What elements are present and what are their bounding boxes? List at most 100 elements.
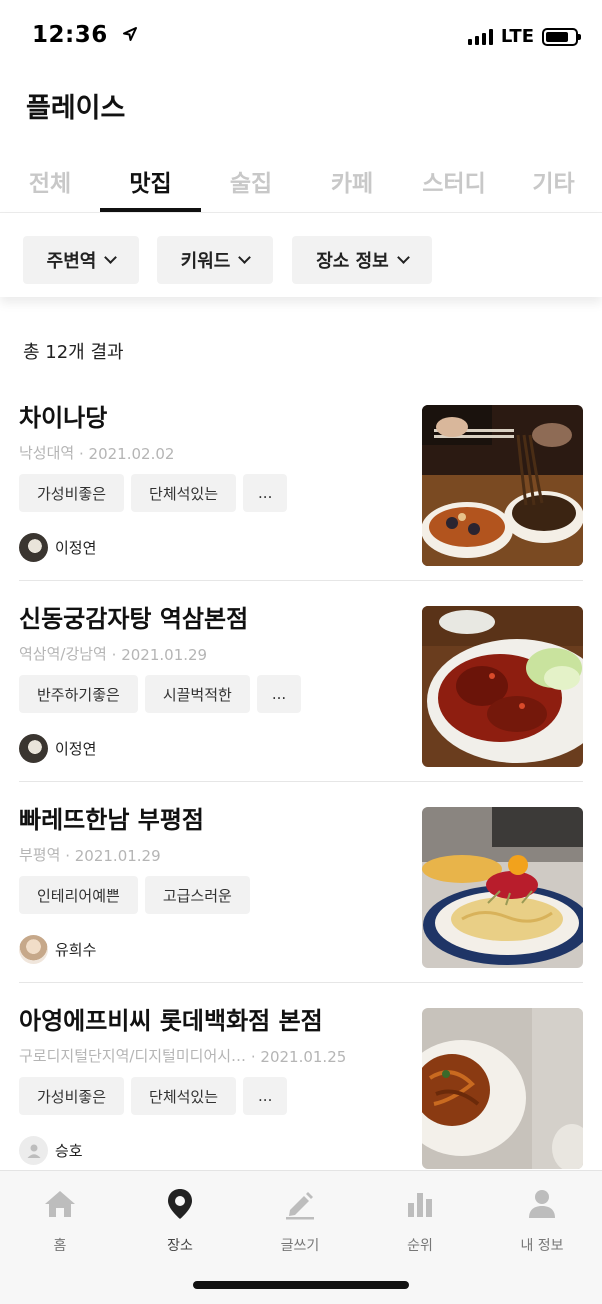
location-arrow-icon xyxy=(122,26,138,47)
chevron-down-icon xyxy=(104,251,118,264)
place-author[interactable]: 승호 xyxy=(19,1136,83,1165)
place-tags: 반주하기좋은 시끌벅적한 ... xyxy=(19,675,302,713)
food-photo-pork-ribs xyxy=(422,606,583,767)
place-meta: 낙성대역 · 2021.02.02 xyxy=(19,442,174,463)
food-photo-noodles xyxy=(422,405,583,566)
place-date: 2021.02.02 xyxy=(88,445,175,463)
nav-write[interactable]: 글쓰기 xyxy=(260,1187,340,1255)
default-user-icon xyxy=(27,1144,40,1158)
place-name: 빠레뜨한남 부평점 xyxy=(19,806,204,834)
nav-label: 글쓰기 xyxy=(280,1238,320,1254)
tab-cafes[interactable]: 카페 xyxy=(301,148,403,214)
nav-label: 홈 xyxy=(53,1238,67,1254)
place-item[interactable]: 신동궁감자탕 역삼본점 역삼역/강남역 · 2021.01.29 반주하기좋은 … xyxy=(0,581,602,782)
bar-chart-icon xyxy=(403,1187,437,1221)
place-name: 아영에프비씨 롯데백화점 본점 xyxy=(19,1007,323,1035)
network-type: LTE xyxy=(500,26,534,47)
nav-home[interactable]: 홈 xyxy=(20,1187,100,1255)
place-name: 신동궁감자탕 역삼본점 xyxy=(19,605,249,633)
avatar xyxy=(19,734,48,763)
tag-chip[interactable]: 단체석있는 xyxy=(131,474,237,512)
filter-label: 키워드 xyxy=(180,251,231,272)
place-date: 2021.01.29 xyxy=(121,646,208,664)
nav-label: 내 정보 xyxy=(520,1238,564,1254)
map-pin-icon xyxy=(163,1187,197,1221)
author-name: 이정연 xyxy=(55,539,97,557)
meta-separator: · xyxy=(65,847,70,865)
filter-label: 주변역 xyxy=(46,251,97,272)
user-icon xyxy=(525,1187,559,1221)
tag-chip[interactable]: 시끌벅적한 xyxy=(144,675,250,713)
place-author[interactable]: 이정연 xyxy=(19,533,96,562)
tag-more-button[interactable]: ... xyxy=(243,474,288,512)
meta-separator: · xyxy=(78,445,84,463)
filter-place-info[interactable]: 장소 정보 xyxy=(292,236,432,284)
place-date: 2021.01.29 xyxy=(74,847,161,865)
nav-my-info[interactable]: 내 정보 xyxy=(502,1187,582,1255)
home-indicator xyxy=(193,1281,409,1289)
nav-rank[interactable]: 순위 xyxy=(380,1187,460,1255)
nav-place[interactable]: 장소 xyxy=(140,1187,220,1255)
tab-etc[interactable]: 기타 xyxy=(505,148,602,214)
pencil-icon xyxy=(283,1187,317,1221)
filter-nearby-station[interactable]: 주변역 xyxy=(23,236,139,284)
place-list: 차이나당 낙성대역 · 2021.02.02 가성비좋은 단체석있는 ... 이… xyxy=(0,380,602,1184)
place-item[interactable]: 차이나당 낙성대역 · 2021.02.02 가성비좋은 단체석있는 ... 이… xyxy=(0,380,602,581)
page-title: 플레이스 xyxy=(26,93,126,124)
author-name: 유희수 xyxy=(55,941,97,959)
tab-all[interactable]: 전체 xyxy=(0,148,100,214)
meta-separator: · xyxy=(111,646,117,664)
tag-more-button[interactable]: ... xyxy=(243,1077,288,1115)
place-item[interactable]: 아영에프비씨 롯데백화점 본점 구로디지털단지역/디지털미디어시… · 2021… xyxy=(0,983,602,1184)
tag-chip[interactable]: 가성비좋은 xyxy=(19,1077,125,1115)
place-thumbnail[interactable] xyxy=(422,606,583,767)
tab-study[interactable]: 스터디 xyxy=(403,148,505,214)
category-tabs: 전체 맛집 술집 카페 스터디 기타 xyxy=(0,148,602,214)
filter-keyword[interactable]: 키워드 xyxy=(157,236,273,284)
avatar xyxy=(19,533,48,562)
tag-more-button[interactable]: ... xyxy=(256,675,302,713)
home-icon xyxy=(43,1187,77,1221)
avatar xyxy=(19,1136,48,1165)
place-tags: 가성비좋은 단체석있는 ... xyxy=(19,474,288,512)
tag-chip[interactable]: 단체석있는 xyxy=(131,1077,237,1115)
result-count: 총 12개 결과 xyxy=(23,342,124,363)
tag-chip[interactable]: 가성비좋은 xyxy=(19,474,125,512)
place-meta: 역삼역/강남역 · 2021.01.29 xyxy=(19,643,207,664)
tab-bars[interactable]: 술집 xyxy=(201,148,301,214)
place-thumbnail[interactable] xyxy=(422,1008,583,1169)
food-photo-pasta xyxy=(422,807,583,968)
place-tags: 인테리어예쁜 고급스러운 xyxy=(19,876,250,914)
place-station: 부평역 xyxy=(19,846,61,864)
nav-label: 장소 xyxy=(167,1238,193,1254)
chevron-down-icon xyxy=(238,251,252,264)
status-bar: 12:36 LTE xyxy=(0,0,602,72)
filter-label: 장소 정보 xyxy=(316,251,389,272)
status-indicators: LTE xyxy=(467,26,581,47)
place-date: 2021.01.25 xyxy=(260,1048,347,1066)
tab-restaurants[interactable]: 맛집 xyxy=(100,148,201,214)
tag-chip[interactable]: 고급스러운 xyxy=(144,876,250,914)
avatar xyxy=(19,935,48,964)
place-tags: 가성비좋은 단체석있는 ... xyxy=(19,1077,288,1115)
place-item[interactable]: 빠레뜨한남 부평점 부평역 · 2021.01.29 인테리어예쁜 고급스러운 … xyxy=(0,782,602,983)
place-meta: 구로디지털단지역/디지털미디어시… · 2021.01.25 xyxy=(19,1045,346,1066)
place-name: 차이나당 xyxy=(19,404,108,432)
status-time: 12:36 xyxy=(32,22,138,48)
place-station: 구로디지털단지역/디지털미디어시… xyxy=(19,1047,247,1065)
nav-label: 순위 xyxy=(407,1238,433,1254)
place-thumbnail[interactable] xyxy=(422,807,583,968)
food-photo-spaghetti xyxy=(422,1008,583,1169)
cellular-signal-icon xyxy=(467,28,493,45)
place-thumbnail[interactable] xyxy=(422,405,583,566)
tag-chip[interactable]: 반주하기좋은 xyxy=(19,675,138,713)
place-meta: 부평역 · 2021.01.29 xyxy=(19,844,161,865)
author-name: 이정연 xyxy=(55,740,97,758)
tag-chip[interactable]: 인테리어예쁜 xyxy=(19,876,138,914)
chevron-down-icon xyxy=(396,251,410,264)
filter-bar: 주변역 키워드 장소 정보 xyxy=(0,213,602,297)
place-author[interactable]: 이정연 xyxy=(19,734,96,763)
place-author[interactable]: 유희수 xyxy=(19,935,96,964)
author-name: 승호 xyxy=(55,1142,83,1160)
place-station: 역삼역/강남역 xyxy=(19,645,107,663)
